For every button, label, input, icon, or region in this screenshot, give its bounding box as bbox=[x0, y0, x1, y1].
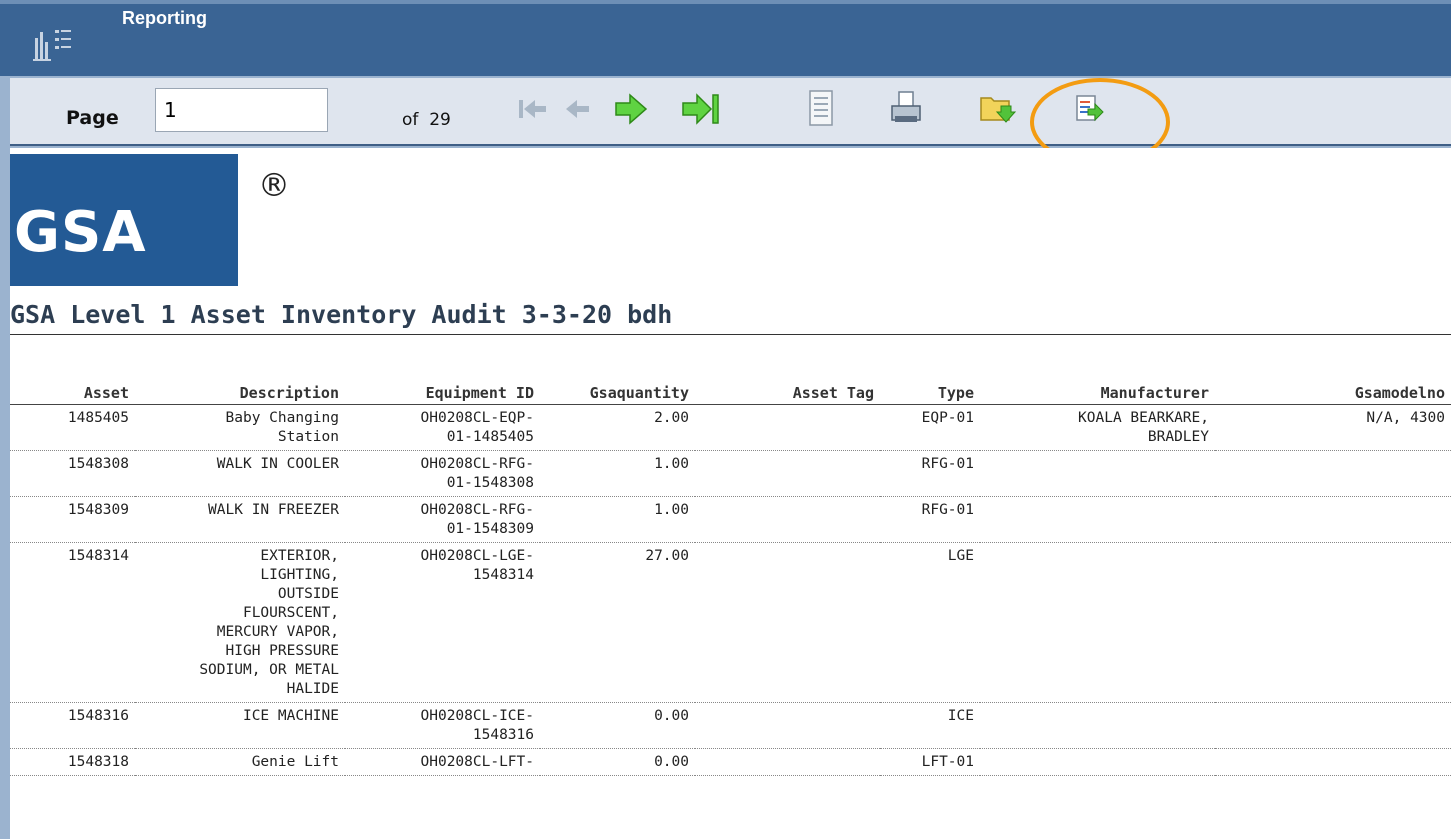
logo-text: GSA bbox=[14, 200, 147, 265]
cell-quantity: 27.00 bbox=[540, 542, 695, 703]
document-map-icon[interactable] bbox=[806, 89, 836, 127]
export-data-icon[interactable] bbox=[1075, 94, 1105, 126]
cell-manufacturer: KOALA BEARKARE, BRADLEY bbox=[980, 404, 1215, 451]
table-header-row: Asset Description Equipment ID Gsaquantity A… bbox=[10, 380, 1451, 405]
cell-asset-tag bbox=[695, 542, 880, 703]
cell-type: RFG-01 bbox=[880, 450, 980, 497]
cell-manufacturer bbox=[980, 450, 1215, 497]
report-title: GSA Level 1 Asset Inventory Audit 3-3-20… bbox=[10, 300, 673, 329]
column-header-equipment-id: Equipment ID bbox=[345, 380, 540, 405]
gsa-logo: GSA bbox=[10, 154, 238, 286]
cell-model: N/A, 4300 bbox=[1215, 404, 1451, 451]
report-canvas: GSA ® GSA Level 1 Asset Inventory Audit … bbox=[10, 148, 1451, 839]
cell-type: RFG-01 bbox=[880, 496, 980, 543]
table-row: 1548308 WALK IN COOLER OH0208CL-RFG- 01-154… bbox=[10, 450, 1451, 497]
cell-description: EXTERIOR, LIGHTING, OUTSIDE FLOURSCENT, MERC… bbox=[135, 542, 345, 703]
table-body: 1485405 Baby Changing Station OH0208CL-EQP-… bbox=[10, 404, 1451, 776]
first-page-icon[interactable] bbox=[516, 94, 550, 124]
next-page-icon[interactable] bbox=[613, 90, 649, 128]
column-header-description: Description bbox=[135, 380, 345, 405]
page-number-input[interactable] bbox=[155, 88, 328, 132]
cell-equipment-id: OH0208CL-RFG- 01-1548309 bbox=[345, 496, 540, 543]
of-label: of bbox=[402, 110, 419, 130]
cell-quantity: 2.00 bbox=[540, 404, 695, 451]
cell-manufacturer bbox=[980, 702, 1215, 749]
registered-mark: ® bbox=[258, 166, 290, 204]
cell-asset-tag bbox=[695, 404, 880, 451]
table-row: 1548316 ICE MACHINE OH0208CL-ICE- 1548316 0.… bbox=[10, 702, 1451, 749]
cell-description: WALK IN COOLER bbox=[135, 450, 345, 497]
total-pages: 29 bbox=[429, 110, 451, 130]
cell-asset-tag bbox=[695, 450, 880, 497]
report-icon[interactable] bbox=[33, 24, 73, 62]
cell-model bbox=[1215, 542, 1451, 703]
cell-type: LFT-01 bbox=[880, 748, 980, 776]
cell-type: EQP-01 bbox=[880, 404, 980, 451]
cell-equipment-id: OH0208CL-RFG- 01-1548308 bbox=[345, 450, 540, 497]
page-label: Page bbox=[66, 107, 119, 129]
cell-model bbox=[1215, 450, 1451, 497]
column-header-asset-tag: Asset Tag bbox=[695, 380, 880, 405]
export-icon[interactable] bbox=[979, 90, 1017, 126]
cell-quantity: 0.00 bbox=[540, 702, 695, 749]
cell-description: WALK IN FREEZER bbox=[135, 496, 345, 543]
column-header-type: Type bbox=[880, 380, 980, 405]
cell-manufacturer bbox=[980, 542, 1215, 703]
cell-quantity: 1.00 bbox=[540, 450, 695, 497]
table-row: 1485405 Baby Changing Station OH0208CL-EQP-… bbox=[10, 404, 1451, 451]
title-divider bbox=[10, 334, 1451, 335]
cell-asset: 1548309 bbox=[10, 496, 135, 543]
last-page-icon[interactable] bbox=[680, 90, 724, 128]
table-row: 1548314 EXTERIOR, LIGHTING, OUTSIDE FLOURSCE… bbox=[10, 542, 1451, 703]
app-title: Reporting bbox=[122, 8, 207, 28]
cell-asset: 1485405 bbox=[10, 404, 135, 451]
cell-type: LGE bbox=[880, 542, 980, 703]
asset-table: Asset Description Equipment ID Gsaquantity A… bbox=[10, 380, 1451, 776]
column-header-asset: Asset bbox=[10, 380, 135, 405]
cell-asset: 1548308 bbox=[10, 450, 135, 497]
cell-asset-tag bbox=[695, 702, 880, 749]
cell-model bbox=[1215, 702, 1451, 749]
page-count: of 29 bbox=[402, 110, 451, 130]
cell-asset: 1548316 bbox=[10, 702, 135, 749]
cell-manufacturer bbox=[980, 748, 1215, 776]
column-header-model: Gsamodelno bbox=[1215, 380, 1451, 405]
app-header: Reporting bbox=[0, 0, 1451, 76]
cell-asset: 1548314 bbox=[10, 542, 135, 703]
cell-description: ICE MACHINE bbox=[135, 702, 345, 749]
cell-equipment-id: OH0208CL-LGE- 1548314 bbox=[345, 542, 540, 703]
cell-model bbox=[1215, 748, 1451, 776]
table-row: 1548309 WALK IN FREEZER OH0208CL-RFG- 01-15… bbox=[10, 496, 1451, 543]
cell-asset-tag bbox=[695, 496, 880, 543]
cell-quantity: 0.00 bbox=[540, 748, 695, 776]
cell-quantity: 1.00 bbox=[540, 496, 695, 543]
cell-equipment-id: OH0208CL-EQP- 01-1485405 bbox=[345, 404, 540, 451]
column-header-manufacturer: Manufacturer bbox=[980, 380, 1215, 405]
cell-type: ICE bbox=[880, 702, 980, 749]
column-header-quantity: Gsaquantity bbox=[540, 380, 695, 405]
cell-equipment-id: OH0208CL-ICE- 1548316 bbox=[345, 702, 540, 749]
print-icon[interactable] bbox=[890, 90, 924, 126]
cell-manufacturer bbox=[980, 496, 1215, 543]
report-toolbar: Page of 29 bbox=[10, 78, 1451, 146]
previous-page-icon[interactable] bbox=[563, 94, 593, 124]
cell-asset: 1548318 bbox=[10, 748, 135, 776]
cell-asset-tag bbox=[695, 748, 880, 776]
cell-model bbox=[1215, 496, 1451, 543]
cell-description: Genie Lift bbox=[135, 748, 345, 776]
table-row: 1548318 Genie Lift OH0208CL-LFT- 0.00 LFT-01 bbox=[10, 748, 1451, 776]
cell-equipment-id: OH0208CL-LFT- bbox=[345, 748, 540, 776]
cell-description: Baby Changing Station bbox=[135, 404, 345, 451]
